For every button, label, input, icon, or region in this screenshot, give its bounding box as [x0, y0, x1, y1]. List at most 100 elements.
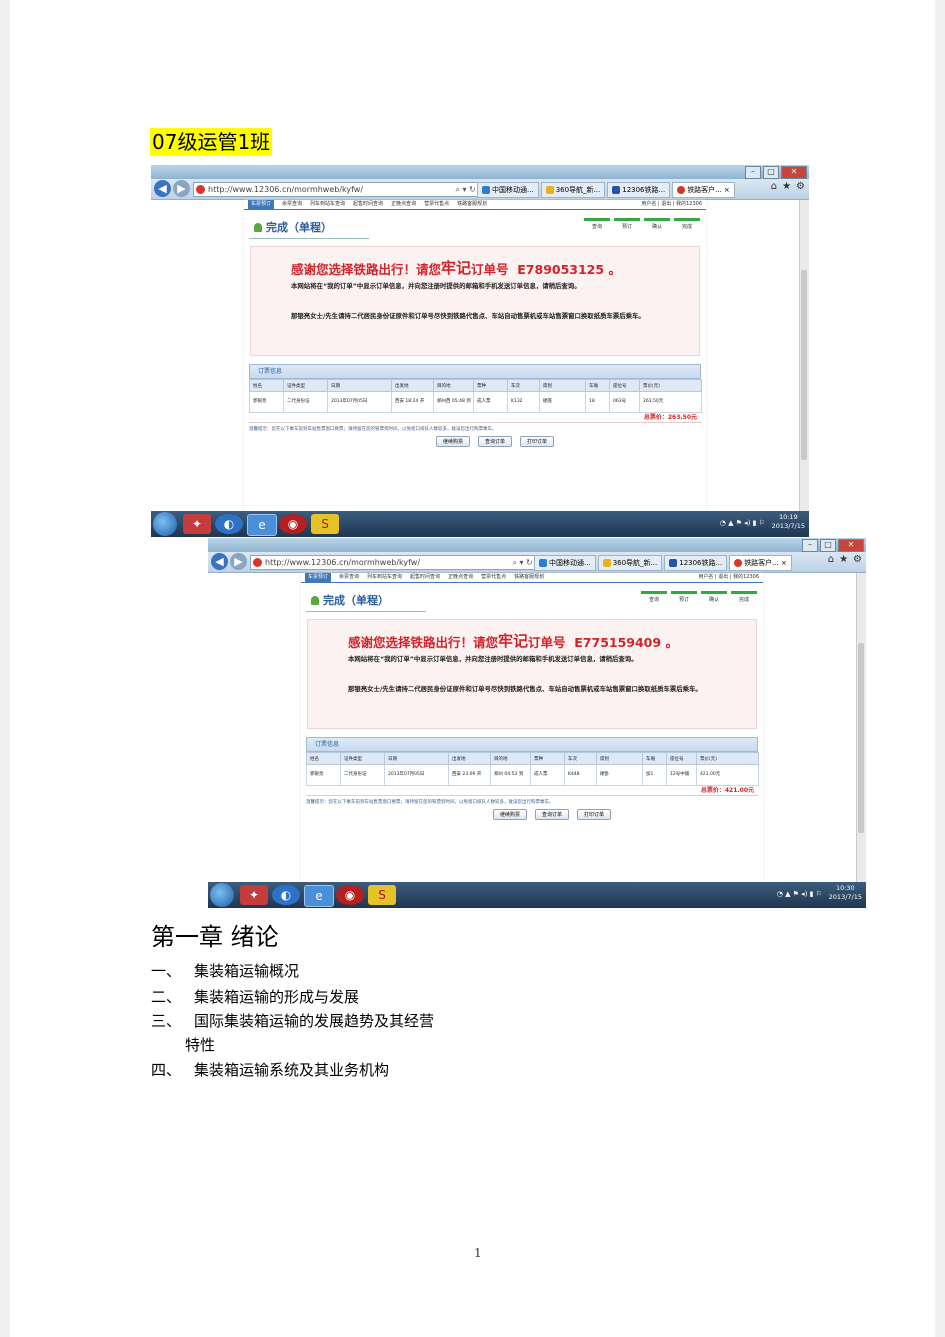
menu-item[interactable]: 正晚点查询 — [448, 573, 473, 582]
table-cell: 郭银亮 — [306, 764, 341, 786]
table-cell: 二代身份证 — [283, 391, 328, 413]
site-menubar: 车票预订 余票查询 列车到站车查询 起售时间查询 正晚点查询 营票代售点 铁路客… — [301, 573, 763, 583]
app-icon[interactable]: ◐ — [272, 885, 300, 905]
railway-icon[interactable]: ◉ — [336, 885, 364, 905]
app-icon[interactable]: ✦ — [183, 514, 211, 534]
start-button[interactable] — [153, 512, 177, 536]
clock[interactable]: 10:19 2013/7/15 — [772, 513, 805, 531]
column-header: 车次 — [564, 752, 597, 765]
menu-item[interactable]: 余票查询 — [339, 573, 359, 582]
ie-icon[interactable]: e — [247, 514, 277, 536]
forward-icon[interactable]: ▶ — [230, 553, 247, 570]
address-bar[interactable]: http://www.12306.cn/mormhweb/kyfw/ ⌕ ▾ ↻… — [250, 555, 546, 570]
menu-item[interactable]: 余票查询 — [282, 200, 302, 209]
back-icon[interactable]: ◀ — [154, 180, 171, 197]
order-number: E775159409 — [574, 635, 662, 650]
app-icon[interactable]: S — [311, 514, 339, 534]
ie-icon[interactable]: e — [304, 885, 334, 907]
app-icon[interactable]: S — [368, 885, 396, 905]
thanks-end: 。 — [608, 262, 621, 277]
menu-item[interactable]: 车票预订 — [305, 573, 332, 582]
forward-icon[interactable]: ▶ — [173, 180, 190, 197]
print-order-button[interactable]: 打印订单 — [520, 436, 555, 447]
toc-item: 四、 集装箱运输系统及其业务机构 — [151, 1059, 389, 1080]
menu-item[interactable]: 营票代售点 — [424, 200, 449, 209]
maximize-button[interactable]: □ — [763, 166, 779, 179]
clock-date: 2013/7/15 — [828, 893, 862, 901]
favorites-icon[interactable]: ★ — [782, 181, 791, 192]
scroll-thumb[interactable] — [801, 270, 807, 460]
table-row: 郭银亮 二代身份证 2013年07月05日 西安 18:24 开 郑州西 05:… — [249, 391, 702, 413]
column-header: 日期 — [384, 752, 449, 765]
table-header-row: 姓名 证件类型 日期 出发地 目的地 票种 车次 席别 车厢 座位号 票价(元) — [306, 752, 759, 765]
taskbar: ✦ ◐ e ◉ S ◔ ▲ ⚑ ◂) ▮ ⚐ 10:30 2013/7/15 — [208, 882, 866, 908]
tab-4[interactable]: 铁路客户... × — [729, 555, 792, 571]
menu-item[interactable]: 铁路客服规划 — [514, 573, 544, 582]
menu-item[interactable]: 铁路客服规划 — [457, 200, 487, 209]
maximize-button[interactable]: □ — [820, 539, 836, 552]
tab-2[interactable]: 360导航_新... — [540, 182, 606, 198]
tab-2[interactable]: 360导航_新... — [597, 555, 663, 571]
table-cell: 硬座 — [539, 391, 586, 413]
print-order-button[interactable]: 打印订单 — [577, 809, 612, 820]
menu-item[interactable]: 列车到站车查询 — [367, 573, 402, 582]
table-cell: K448 — [564, 764, 597, 786]
menu-item[interactable]: 营票代售点 — [481, 573, 506, 582]
home-icon[interactable]: ⌂ — [828, 554, 834, 565]
query-order-button[interactable]: 查询订单 — [477, 436, 512, 447]
toc-number: 四、 — [151, 1061, 182, 1079]
remember-text: 牢记 — [498, 632, 529, 650]
favorites-icon[interactable]: ★ — [839, 554, 848, 565]
address-bar[interactable]: http://www.12306.cn/mormhweb/kyfw/ ⌕ ▾ ↻… — [193, 182, 489, 197]
scrollbar[interactable] — [799, 200, 809, 511]
menu-item[interactable]: 正晚点查询 — [391, 200, 416, 209]
tab-close-icon[interactable]: × — [781, 556, 787, 570]
scrollbar[interactable] — [856, 573, 866, 882]
logout-link[interactable]: 退出 — [718, 574, 728, 580]
menu-item[interactable]: 列车到站车查询 — [310, 200, 345, 209]
clock[interactable]: 10:30 2013/7/15 — [829, 884, 862, 902]
system-tray[interactable]: ◔ ▲ ⚑ ◂) ▮ ⚐ — [720, 519, 765, 527]
query-order-button[interactable]: 查询订单 — [534, 809, 569, 820]
remember-text: 牢记 — [441, 259, 472, 277]
tab-3[interactable]: 12306铁路... — [664, 555, 728, 571]
app-icon[interactable]: ◐ — [215, 514, 243, 534]
menu-item[interactable]: 起售时间查询 — [410, 573, 440, 582]
step-query: 查询 — [584, 218, 610, 230]
screenshot-ticket-2: – □ ✕ ◀ ▶ http://www.12306.cn/mormhweb/k… — [208, 538, 866, 908]
minimize-button[interactable]: – — [745, 166, 761, 179]
back-icon[interactable]: ◀ — [211, 553, 228, 570]
logout-link[interactable]: 退出 — [661, 201, 671, 207]
railway-icon[interactable]: ◉ — [279, 514, 307, 534]
tab-1[interactable]: 中国移动通... — [477, 182, 539, 198]
menu-item[interactable]: 起售时间查询 — [353, 200, 383, 209]
system-tray[interactable]: ◔ ▲ ⚑ ◂) ▮ ⚐ — [777, 890, 822, 898]
home-icon[interactable]: ⌂ — [771, 181, 777, 192]
gear-icon[interactable]: ⚙ — [853, 554, 862, 565]
tab-1[interactable]: 中国移动通... — [534, 555, 596, 571]
thanks-message: 感谢您选择铁路出行！请您牢记订单号 E789053125 。 — [291, 257, 621, 278]
start-button[interactable] — [210, 883, 234, 907]
tab-3[interactable]: 12306铁路... — [607, 182, 671, 198]
close-button[interactable]: ✕ — [781, 166, 807, 179]
menu-item[interactable]: 车票预订 — [248, 200, 275, 209]
my12306-link[interactable]: 我的12306 — [733, 574, 759, 580]
scroll-thumb[interactable] — [858, 643, 864, 833]
continue-booking-button[interactable]: 继续购票 — [435, 436, 470, 447]
minimize-button[interactable]: – — [802, 539, 818, 552]
warm-tip: 温馨提示：您在以下乘车前到车站售票窗口换票；请持留在您的铁票到时间，以免窗口排队… — [306, 800, 554, 805]
my12306-link[interactable]: 我的12306 — [676, 201, 702, 207]
column-header: 出发地 — [448, 752, 491, 765]
tab-close-icon[interactable]: × — [724, 183, 730, 197]
close-button[interactable]: ✕ — [838, 539, 864, 552]
order-number: E789053125 — [517, 262, 605, 277]
tab-4[interactable]: 铁路客户... × — [672, 182, 735, 198]
gear-icon[interactable]: ⚙ — [796, 181, 805, 192]
continue-booking-button[interactable]: 继续购票 — [492, 809, 527, 820]
toc-text: 集装箱运输系统及其业务机构 — [194, 1061, 390, 1079]
site-menubar: 车票预订 余票查询 列车到站车查询 起售时间查询 正晚点查询 营票代售点 铁路客… — [244, 200, 706, 210]
person-icon — [311, 596, 319, 605]
done-title-text: 完成（单程） — [266, 221, 332, 234]
person-icon — [254, 223, 262, 232]
app-icon[interactable]: ✦ — [240, 885, 268, 905]
